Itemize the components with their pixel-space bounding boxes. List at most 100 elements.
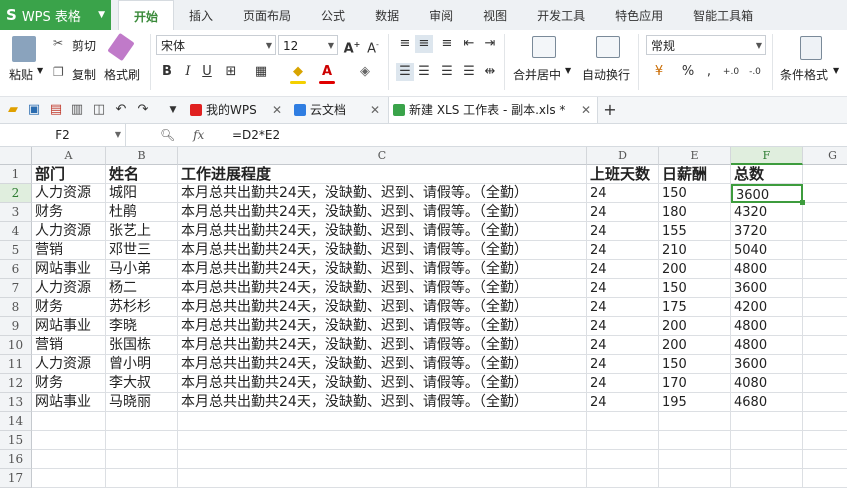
cell-a2[interactable]: 人力资源 bbox=[32, 184, 106, 203]
cell-e15[interactable] bbox=[659, 431, 731, 450]
cell-d5[interactable]: 24 bbox=[587, 241, 659, 260]
row-header-9[interactable]: 9 bbox=[0, 317, 32, 336]
column-header-f[interactable]: F bbox=[731, 147, 803, 165]
row-header-8[interactable]: 8 bbox=[0, 298, 32, 317]
cell-e16[interactable] bbox=[659, 450, 731, 469]
row-header-3[interactable]: 3 bbox=[0, 203, 32, 222]
cell-f9[interactable]: 4800 bbox=[731, 317, 803, 336]
cell-g11[interactable] bbox=[803, 355, 847, 374]
cell-d1[interactable]: 上班天数 bbox=[587, 165, 659, 184]
column-header-d[interactable]: D bbox=[587, 147, 659, 165]
cell-e10[interactable]: 200 bbox=[659, 336, 731, 355]
cell-f13[interactable]: 4680 bbox=[731, 393, 803, 412]
row-header-11[interactable]: 11 bbox=[0, 355, 32, 374]
cell-d8[interactable]: 24 bbox=[587, 298, 659, 317]
justify-icon[interactable]: ☰ bbox=[460, 63, 478, 81]
save-icon[interactable]: ▣ bbox=[25, 101, 43, 119]
comma-button[interactable]: , bbox=[700, 63, 718, 81]
cell-g9[interactable] bbox=[803, 317, 847, 336]
cell-b15[interactable] bbox=[106, 431, 178, 450]
format-painter-button[interactable]: 格式刷 bbox=[104, 66, 140, 83]
cell-e13[interactable]: 195 bbox=[659, 393, 731, 412]
cell-b6[interactable]: 马小弟 bbox=[106, 260, 178, 279]
cell-f17[interactable] bbox=[731, 469, 803, 488]
row-header-1[interactable]: 1 bbox=[0, 165, 32, 184]
fill-handle[interactable] bbox=[800, 200, 805, 205]
cell-d6[interactable]: 24 bbox=[587, 260, 659, 279]
tab-current-workbook[interactable]: 新建 XLS 工作表 - 副本.xls * ✕ bbox=[388, 97, 598, 123]
bold-button[interactable]: B bbox=[158, 63, 176, 81]
wrap-text-icon[interactable] bbox=[596, 36, 620, 58]
tab-1[interactable]: 插入 bbox=[174, 0, 228, 30]
cell-d4[interactable]: 24 bbox=[587, 222, 659, 241]
cell-a13[interactable]: 网站事业 bbox=[32, 393, 106, 412]
tab-my-wps[interactable]: 我的WPS ✕ bbox=[186, 97, 288, 123]
cell-g16[interactable] bbox=[803, 450, 847, 469]
cell-d13[interactable]: 24 bbox=[587, 393, 659, 412]
tab-0[interactable]: 开始 bbox=[118, 0, 175, 31]
cell-e9[interactable]: 200 bbox=[659, 317, 731, 336]
border-icon[interactable]: ⊞ bbox=[222, 63, 240, 81]
cell-g14[interactable] bbox=[803, 412, 847, 431]
close-icon[interactable]: ✕ bbox=[272, 97, 282, 123]
align-middle-icon[interactable]: ≡ bbox=[415, 35, 433, 53]
row-header-15[interactable]: 15 bbox=[0, 431, 32, 450]
close-icon[interactable]: ✕ bbox=[581, 97, 591, 123]
tab-4[interactable]: 数据 bbox=[360, 0, 414, 30]
decrease-indent-icon[interactable]: ⇤ bbox=[460, 35, 478, 53]
chevron-down-icon[interactable]: ▼ bbox=[833, 66, 839, 75]
cell-a15[interactable] bbox=[32, 431, 106, 450]
fx-icon[interactable]: fx bbox=[193, 128, 204, 142]
cell-g3[interactable] bbox=[803, 203, 847, 222]
cell-a5[interactable]: 营销 bbox=[32, 241, 106, 260]
align-bottom-icon[interactable]: ≡ bbox=[438, 35, 456, 53]
wrap-text-button[interactable]: 自动换行 bbox=[582, 66, 630, 83]
cell-b17[interactable] bbox=[106, 469, 178, 488]
clear-format-icon[interactable]: ◈ bbox=[356, 63, 374, 81]
column-header-a[interactable]: A bbox=[32, 147, 106, 165]
cell-c7[interactable]: 本月总共出勤共24天，没缺勤、迟到、请假等。（全勤） bbox=[178, 279, 587, 298]
cell-a1[interactable]: 部门 bbox=[32, 165, 106, 184]
currency-icon[interactable]: ¥ bbox=[650, 63, 668, 81]
cell-c2[interactable]: 本月总共出勤共24天，没缺勤、迟到、请假等。（全勤） bbox=[178, 184, 587, 203]
cell-e8[interactable]: 175 bbox=[659, 298, 731, 317]
cell-b8[interactable]: 苏杉杉 bbox=[106, 298, 178, 317]
cell-c15[interactable] bbox=[178, 431, 587, 450]
cell-a14[interactable] bbox=[32, 412, 106, 431]
cell-e12[interactable]: 170 bbox=[659, 374, 731, 393]
tab-9[interactable]: 智能工具箱 bbox=[678, 0, 768, 30]
cell-a16[interactable] bbox=[32, 450, 106, 469]
cell-g1[interactable] bbox=[803, 165, 847, 184]
cell-e14[interactable] bbox=[659, 412, 731, 431]
chevron-down-icon[interactable]: ▼ bbox=[164, 101, 182, 119]
cell-c10[interactable]: 本月总共出勤共24天，没缺勤、迟到、请假等。（全勤） bbox=[178, 336, 587, 355]
format-painter-icon[interactable] bbox=[107, 32, 135, 62]
row-header-2[interactable]: 2 bbox=[0, 184, 32, 203]
row-header-17[interactable]: 17 bbox=[0, 469, 32, 488]
cell-a6[interactable]: 网站事业 bbox=[32, 260, 106, 279]
cell-b16[interactable] bbox=[106, 450, 178, 469]
cell-b9[interactable]: 李晓 bbox=[106, 317, 178, 336]
app-menu-button[interactable]: S WPS 表格 ▼ bbox=[0, 0, 111, 30]
export-pdf-icon[interactable]: ▤ bbox=[47, 101, 65, 119]
font-size-select[interactable]: 12 ▼ bbox=[278, 35, 338, 55]
copy-button[interactable]: 复制 bbox=[72, 66, 96, 83]
cell-c9[interactable]: 本月总共出勤共24天，没缺勤、迟到、请假等。（全勤） bbox=[178, 317, 587, 336]
cell-c6[interactable]: 本月总共出勤共24天，没缺勤、迟到、请假等。（全勤） bbox=[178, 260, 587, 279]
merge-center-button[interactable]: 合并居中 bbox=[513, 66, 561, 83]
row-header-4[interactable]: 4 bbox=[0, 222, 32, 241]
cell-f15[interactable] bbox=[731, 431, 803, 450]
cell-f6[interactable]: 4800 bbox=[731, 260, 803, 279]
cell-a10[interactable]: 营销 bbox=[32, 336, 106, 355]
cell-f12[interactable]: 4080 bbox=[731, 374, 803, 393]
increase-decimal-button[interactable]: +.0 bbox=[722, 63, 740, 81]
zoom-icon[interactable]: 🔍︎ bbox=[160, 128, 175, 142]
cell-c17[interactable] bbox=[178, 469, 587, 488]
row-header-10[interactable]: 10 bbox=[0, 336, 32, 355]
align-right-icon[interactable]: ☰ bbox=[438, 63, 456, 81]
cell-e1[interactable]: 日薪酬 bbox=[659, 165, 731, 184]
cell-g5[interactable] bbox=[803, 241, 847, 260]
undo-icon[interactable]: ↶ bbox=[112, 101, 130, 119]
chevron-down-icon[interactable]: ▼ bbox=[37, 66, 43, 75]
cell-g2[interactable] bbox=[803, 184, 847, 203]
